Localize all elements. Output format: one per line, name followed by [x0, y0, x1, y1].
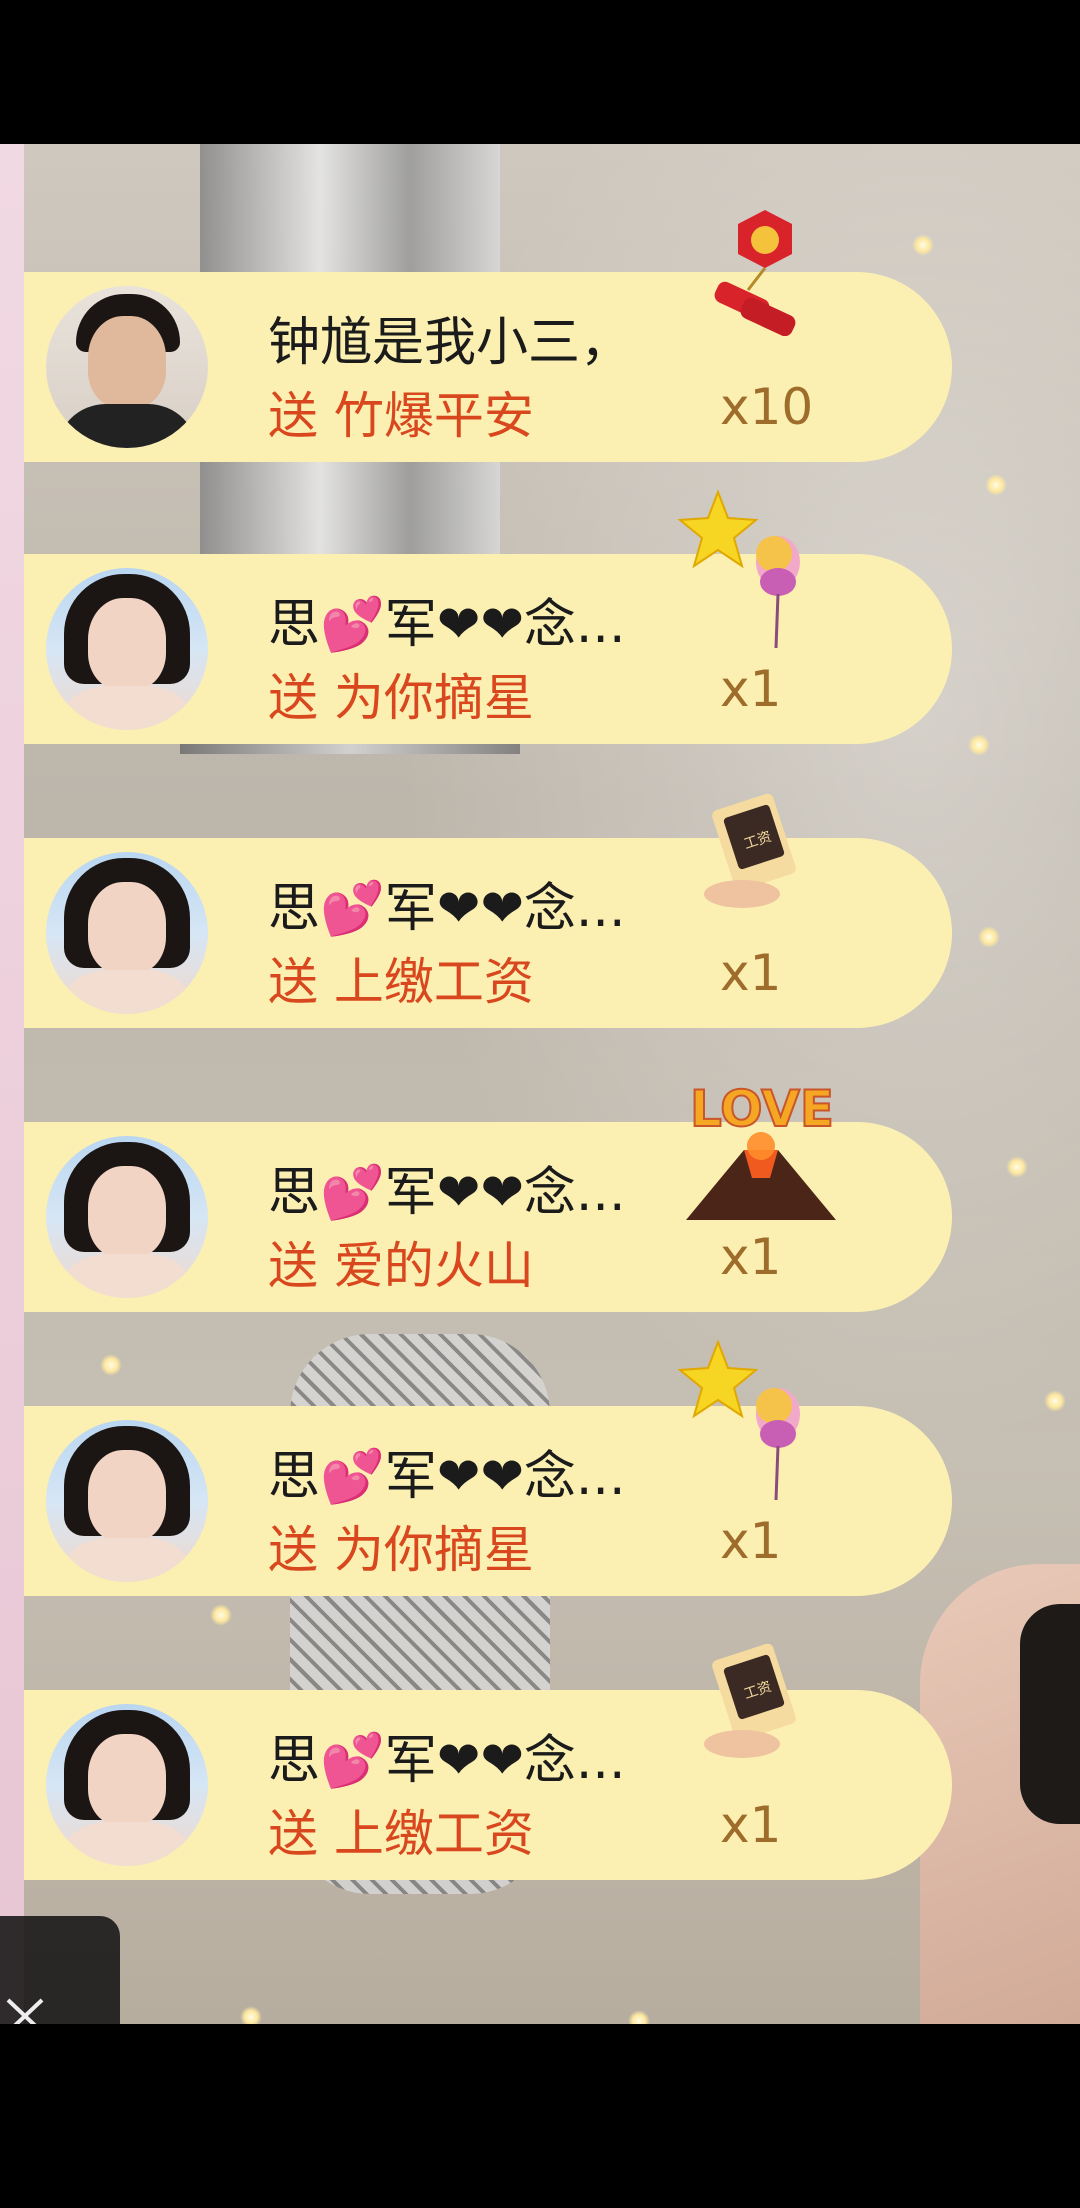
gift-description: 送 竹爆平安 — [268, 387, 534, 445]
balloon-icon — [756, 536, 800, 649]
sender-username: 思💕军❤❤念... — [268, 595, 626, 655]
bottom-black-bar — [0, 2024, 1080, 2208]
gift-count: x1 — [720, 1796, 782, 1854]
gift-description: 送 为你摘星 — [268, 669, 534, 727]
gift-count: x1 — [720, 944, 782, 1002]
gift-count: x1 — [720, 1512, 782, 1570]
fairy-light — [1044, 1390, 1066, 1412]
fairy-light — [628, 2010, 650, 2024]
gift-count: x10 — [720, 378, 814, 436]
fairy-light — [968, 734, 990, 756]
avatar[interactable] — [46, 1420, 208, 1582]
love-volcano-icon: LOVE — [686, 1079, 836, 1220]
fairy-light — [978, 926, 1000, 948]
gift-count: x1 — [720, 1228, 782, 1286]
sender-username: 钟馗是我小三， — [268, 313, 633, 373]
sender-username: 思💕军❤❤念... — [268, 1163, 626, 1223]
fairy-light — [985, 474, 1007, 496]
fairy-light — [1006, 1156, 1028, 1178]
avatar[interactable] — [46, 852, 208, 1014]
gift-description: 送 为你摘星 — [268, 1521, 534, 1579]
top-black-bar — [0, 0, 1080, 144]
gift-description: 送 上缴工资 — [268, 953, 534, 1011]
gift-description: 送 上缴工资 — [268, 1805, 534, 1863]
sender-username: 思💕军❤❤念... — [268, 879, 626, 939]
sender-username: 思💕军❤❤念... — [268, 1731, 626, 1791]
fairy-light — [240, 2006, 262, 2024]
firecracker-icon — [714, 210, 796, 336]
avatar[interactable] — [46, 1136, 208, 1298]
left-edge-strip — [0, 144, 24, 2024]
close-icon[interactable] — [2, 1994, 48, 2024]
sender-username: 思💕军❤❤念... — [268, 1447, 626, 1507]
avatar[interactable] — [46, 286, 208, 448]
fairy-light — [100, 1354, 122, 1376]
gift-description: 送 爱的火山 — [268, 1237, 534, 1295]
gift-count: x1 — [720, 660, 782, 718]
salary-envelope-icon: 工资 — [704, 1643, 796, 1758]
fairy-light — [210, 1604, 232, 1626]
balloon-icon — [756, 1388, 800, 1501]
love-icon-text: LOVE — [690, 1080, 834, 1138]
avatar[interactable] — [46, 568, 208, 730]
avatar[interactable] — [46, 1704, 208, 1866]
salary-envelope-icon: 工资 — [704, 793, 796, 908]
fairy-light — [912, 234, 934, 256]
streamer-hair — [1020, 1604, 1080, 1824]
